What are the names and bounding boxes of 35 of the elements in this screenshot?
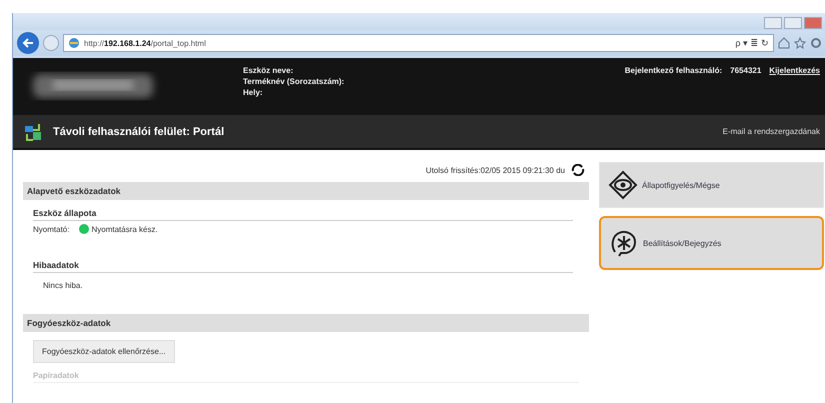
browser-icon xyxy=(68,37,80,49)
check-consumables-button[interactable]: Fogyóeszköz-adatok ellenőrzése... xyxy=(33,340,175,363)
address-tools[interactable]: ρ ▾ ≣ ↻ xyxy=(735,38,769,48)
group-heading: Hibaadatok xyxy=(33,258,573,273)
forward-button[interactable] xyxy=(43,35,59,51)
home-icon[interactable] xyxy=(778,37,790,49)
group-heading: Eszköz állapota xyxy=(33,206,573,221)
device-info-label: Eszköz neve: xyxy=(243,66,294,75)
asterisk-head-icon xyxy=(609,228,639,258)
paper-info-heading: Papíradatok xyxy=(33,371,579,383)
logout-link[interactable]: Kijelentkezés xyxy=(769,66,820,75)
refresh-icon[interactable] xyxy=(571,164,585,176)
email-admin-link[interactable]: E-mail a rendszergazdának xyxy=(722,127,820,136)
device-info-label: Hely: xyxy=(243,88,264,97)
error-info-text: Nincs hiba. xyxy=(42,280,84,292)
address-field[interactable]: http://192.168.1.24/portal_top.html ρ ▾ ≣ ↻ xyxy=(63,34,774,52)
menu-button[interactable]: Beállítások/Bejegyzés xyxy=(599,216,824,270)
minimize-button[interactable] xyxy=(764,17,782,29)
login-user: 7654321 xyxy=(730,66,762,75)
page-title: Távoli felhasználói felület: Portál xyxy=(53,126,224,138)
menu-button[interactable]: Állapotfigyelés/Mégse xyxy=(599,162,824,208)
status-text: Nyomtatásra kész. xyxy=(91,224,158,234)
back-button[interactable] xyxy=(17,32,39,54)
star-icon[interactable] xyxy=(794,37,806,49)
login-label: Bejelentkező felhasználó: xyxy=(624,66,722,75)
back-arrow-icon xyxy=(22,37,34,49)
last-refresh-text: Utolsó frissítés:02/05 2015 09:21:30 du xyxy=(426,166,565,174)
eye-icon xyxy=(608,170,638,200)
section-header: Alapvető eszközadatok xyxy=(23,182,589,200)
url-text: http://192.168.1.24/portal_top.html xyxy=(84,38,206,48)
section-header: Fogyóeszköz-adatok xyxy=(23,314,589,332)
status-label: Nyomtató: xyxy=(33,224,70,234)
maximize-button[interactable] xyxy=(784,17,802,29)
portal-logo-icon xyxy=(23,122,43,142)
device-info-label: Terméknév (Sorozatszám): xyxy=(243,77,344,86)
